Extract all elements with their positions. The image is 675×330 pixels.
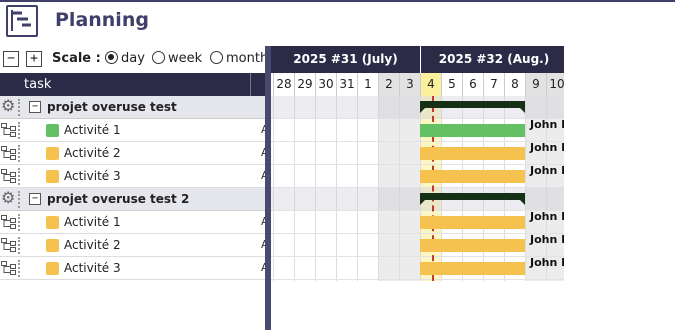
resource-label: John Doe [530,118,564,131]
drag-handle[interactable] [18,191,21,208]
scale-option-label: day [121,51,145,66]
day-header: 31 [336,73,357,96]
toolbar: − + Scale : day week month [0,46,270,73]
day-header: 6 [462,73,483,96]
day-header: 29 [294,73,315,96]
row-divider [271,141,564,142]
task-header-label: task [24,77,52,92]
task-label: Activité 1 [64,123,121,137]
resource-label: John Doe [530,256,564,269]
task-row[interactable]: Activité 1A [0,211,265,234]
drag-handle[interactable] [18,214,21,231]
drag-handle[interactable] [18,99,21,116]
task-bar[interactable] [420,239,525,252]
top-border [0,0,675,2]
task-row[interactable]: Activité 3A [0,165,265,188]
task-label: Activité 1 [64,215,121,229]
expand-all-button[interactable]: + [26,51,42,67]
day-header: 8 [504,73,525,96]
project-label: projet overuse test 2 [47,192,190,206]
gantt-chart: 2025 #31 (July) 2025 #32 (Aug.) 28 29 30 31 1 2… [271,46,564,281]
gantt-app-icon [6,5,38,37]
row-divider [271,233,564,234]
collapse-icon[interactable]: − [29,193,41,205]
second-column-header[interactable] [250,73,265,96]
drag-handle[interactable] [18,260,21,277]
day-header: 10 [546,73,564,96]
gear-icon[interactable]: ⚙ [1,190,17,206]
day-header: 2 [378,73,399,96]
collapse-all-button[interactable]: − [3,51,19,67]
resource-label: John Doe [530,233,564,246]
scale-option-label: week [168,51,203,66]
week-header: 2025 #32 (Aug.) [420,46,564,73]
project-summary-bar[interactable] [420,193,525,205]
scale-option-month[interactable]: month [210,51,268,66]
task-label: Activité 2 [64,146,121,160]
radio-selected-icon[interactable] [105,51,118,64]
task-label: Activité 3 [64,169,121,183]
task-color-swatch [46,124,59,137]
scale-option-label: month [226,51,269,66]
row-divider [271,256,564,257]
resource-label: John Doe [530,141,564,154]
row-divider [271,210,564,211]
project-label: projet overuse test [47,100,177,114]
collapse-icon[interactable]: − [29,101,41,113]
project-row[interactable]: ⚙ − projet overuse test 2 [0,188,265,211]
scale-option-day[interactable]: day [105,51,145,66]
day-header: 5 [441,73,462,96]
task-bar[interactable] [420,147,525,160]
project-summary-bar[interactable] [420,101,525,113]
task-column-header[interactable]: task [0,73,265,96]
drag-handle[interactable] [18,122,21,139]
task-bar[interactable] [420,262,525,275]
task-row[interactable]: Activité 3A [0,257,265,280]
task-color-swatch [46,262,59,275]
row-divider [271,164,564,165]
task-color-swatch [46,216,59,229]
day-header: 1 [357,73,378,96]
resource-label: John Doe [530,164,564,177]
day-header: 7 [483,73,504,96]
drag-handle[interactable] [18,237,21,254]
task-bar[interactable] [420,170,525,183]
drag-handle[interactable] [18,145,21,162]
day-header: 28 [273,73,294,96]
task-row[interactable]: Activité 2A [0,234,265,257]
radio-icon[interactable] [210,51,223,64]
page-title: Planning [55,9,149,31]
task-label: Activité 2 [64,238,121,252]
resource-label: John Doe [530,210,564,223]
week-header: 2025 #31 (July) [271,46,420,73]
gear-icon[interactable]: ⚙ [1,98,17,114]
row-divider [271,279,564,280]
day-header: 9 [525,73,546,96]
row-divider [271,118,564,119]
task-bar[interactable] [420,124,525,137]
task-label: Activité 3 [64,261,121,275]
day-header: 4 [420,73,441,96]
task-color-swatch [46,147,59,160]
scale-option-week[interactable]: week [152,51,202,66]
radio-icon[interactable] [152,51,165,64]
day-header: 30 [315,73,336,96]
scale-label: Scale : [52,51,101,66]
task-color-swatch [46,239,59,252]
task-row[interactable]: Activité 2A [0,142,265,165]
drag-handle[interactable] [18,168,21,185]
task-bar[interactable] [420,216,525,229]
day-header: 3 [399,73,420,96]
planning-page: Planning − + Scale : day week month task… [0,0,675,330]
task-color-swatch [46,170,59,183]
task-row[interactable]: Activité 1A [0,119,265,142]
project-row[interactable]: ⚙ − projet overuse test [0,96,265,119]
